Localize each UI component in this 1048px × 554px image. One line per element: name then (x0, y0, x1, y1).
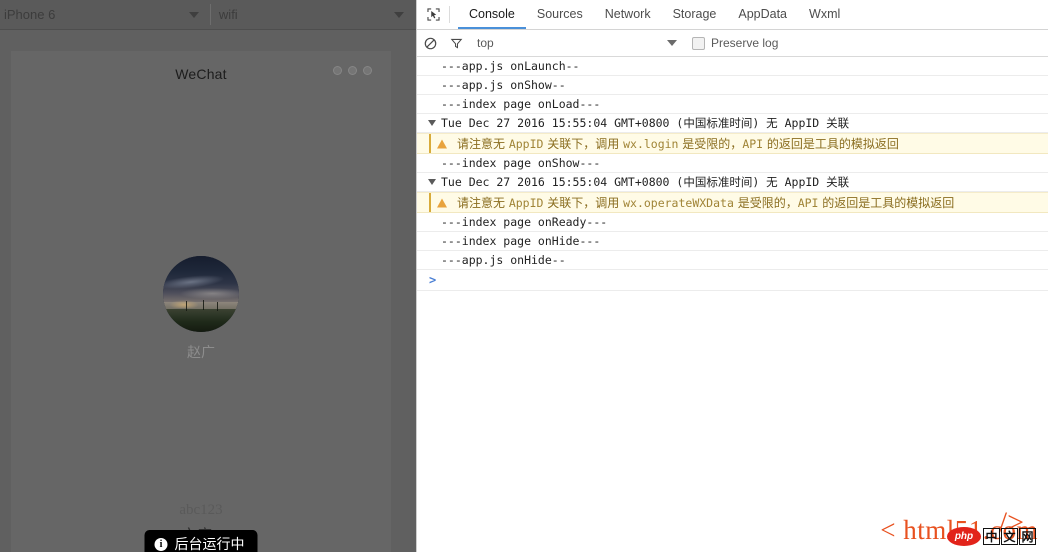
clear-console-icon[interactable] (417, 30, 443, 56)
tab-appdata[interactable]: AppData (727, 0, 798, 29)
console-row[interactable]: ---app.js onLaunch-- (417, 57, 1048, 76)
device-select[interactable]: iPhone 6 (0, 0, 211, 29)
console-row-text: ---app.js onShow-- (441, 78, 566, 92)
tab-wxml[interactable]: Wxml (798, 0, 851, 29)
preserve-log-toggle[interactable]: Preserve log (692, 36, 778, 50)
devtools-tabs: Console Sources Network Storage AppData … (450, 0, 851, 29)
filter-funnel-icon[interactable] (443, 30, 469, 56)
device-select-label: iPhone 6 (4, 7, 189, 22)
console-row[interactable]: ---index page onHide--- (417, 232, 1048, 251)
console-row[interactable]: ---index page onShow--- (417, 154, 1048, 173)
devtools-tabbar: Console Sources Network Storage AppData … (417, 0, 1048, 30)
console-warning-text: 请注意无 AppID 关联下，调用 wx.operateWXData 是受限的，… (443, 194, 954, 211)
user-info-block: 赵广 (12, 256, 390, 362)
user-nickname: 赵广 (187, 342, 215, 362)
tab-label: Network (605, 7, 651, 21)
tab-network[interactable]: Network (594, 0, 662, 29)
toast-text: 后台运行中 (175, 534, 245, 552)
warning-triangle-icon (437, 198, 447, 207)
prompt-arrow-icon: > (429, 273, 436, 287)
console-row[interactable]: ---index page onLoad--- (417, 95, 1048, 114)
inspect-element-icon[interactable] (417, 0, 449, 29)
console-row-text: ---app.js onLaunch-- (441, 59, 579, 73)
console-warning-row[interactable]: 请注意无 AppID 关联下，调用 wx.operateWXData 是受限的，… (417, 192, 1048, 213)
tab-label: Console (469, 7, 515, 21)
console-row[interactable]: ---index page onReady--- (417, 213, 1048, 232)
simulator-pane: iPhone 6 wifi WeChat (0, 0, 416, 552)
console-row-text: Tue Dec 27 2016 15:55:04 GMT+0800 (中国标准时… (441, 174, 849, 190)
disclosure-triangle-icon[interactable] (428, 120, 436, 126)
tab-label: AppData (738, 7, 787, 21)
more-dots-icon[interactable] (333, 66, 372, 75)
warning-triangle-icon (437, 139, 447, 148)
phone-navbar: WeChat (12, 52, 390, 96)
avatar[interactable] (163, 256, 239, 332)
tab-label: Wxml (809, 7, 840, 21)
disclosure-triangle-icon[interactable] (428, 179, 436, 185)
console-row-text: ---index page onReady--- (441, 215, 607, 229)
tab-label: Storage (673, 7, 717, 21)
simulator-toolbar: iPhone 6 wifi (0, 0, 416, 30)
devtools-pane: Console Sources Network Storage AppData … (416, 0, 1048, 552)
app-root: iPhone 6 wifi WeChat (0, 0, 1048, 552)
console-warning-text: 请注意无 AppID 关联下，调用 wx.login 是受限的，API 的返回是… (443, 135, 899, 152)
tab-storage[interactable]: Storage (662, 0, 728, 29)
network-select[interactable]: wifi (211, 0, 416, 29)
preserve-log-label: Preserve log (711, 36, 778, 50)
tab-sources[interactable]: Sources (526, 0, 594, 29)
console-row-text: ---index page onShow--- (441, 156, 600, 170)
chevron-down-icon[interactable] (667, 40, 677, 46)
info-circle-icon: i (155, 538, 168, 551)
console-group-row[interactable]: Tue Dec 27 2016 15:55:04 GMT+0800 (中国标准时… (417, 173, 1048, 192)
phone-viewport[interactable]: WeChat (12, 52, 390, 552)
tab-label: Sources (537, 7, 583, 21)
chevron-down-icon (189, 12, 199, 18)
console-context-label[interactable]: top (477, 36, 494, 50)
console-filter-bar: top Preserve log (417, 30, 1048, 57)
chevron-down-icon (394, 12, 404, 18)
preserve-log-checkbox[interactable] (692, 37, 705, 50)
background-running-toast: i 后台运行中 (145, 530, 258, 552)
network-select-label: wifi (219, 7, 394, 22)
console-row-text: ---index page onHide--- (441, 234, 600, 248)
console-group-row[interactable]: Tue Dec 27 2016 15:55:04 GMT+0800 (中国标准时… (417, 114, 1048, 133)
list-item: abc123 (179, 502, 222, 519)
console-row[interactable]: ---app.js onShow-- (417, 76, 1048, 95)
console-row-text: ---app.js onHide-- (441, 253, 566, 267)
tab-console[interactable]: Console (458, 0, 526, 29)
page-title: WeChat (175, 66, 227, 82)
phone-body: 赵广 i 后台运行中 abc123 文章1 (12, 96, 390, 552)
console-row-text: Tue Dec 27 2016 15:55:04 GMT+0800 (中国标准时… (441, 115, 849, 131)
console-warning-row[interactable]: 请注意无 AppID 关联下，调用 wx.login 是受限的，API 的返回是… (417, 133, 1048, 154)
console-output[interactable]: ---app.js onLaunch-- ---app.js onShow-- … (417, 57, 1048, 554)
console-prompt[interactable]: > (417, 270, 1048, 291)
console-row-text: ---index page onLoad--- (441, 97, 600, 111)
console-row[interactable]: ---app.js onHide-- (417, 251, 1048, 270)
